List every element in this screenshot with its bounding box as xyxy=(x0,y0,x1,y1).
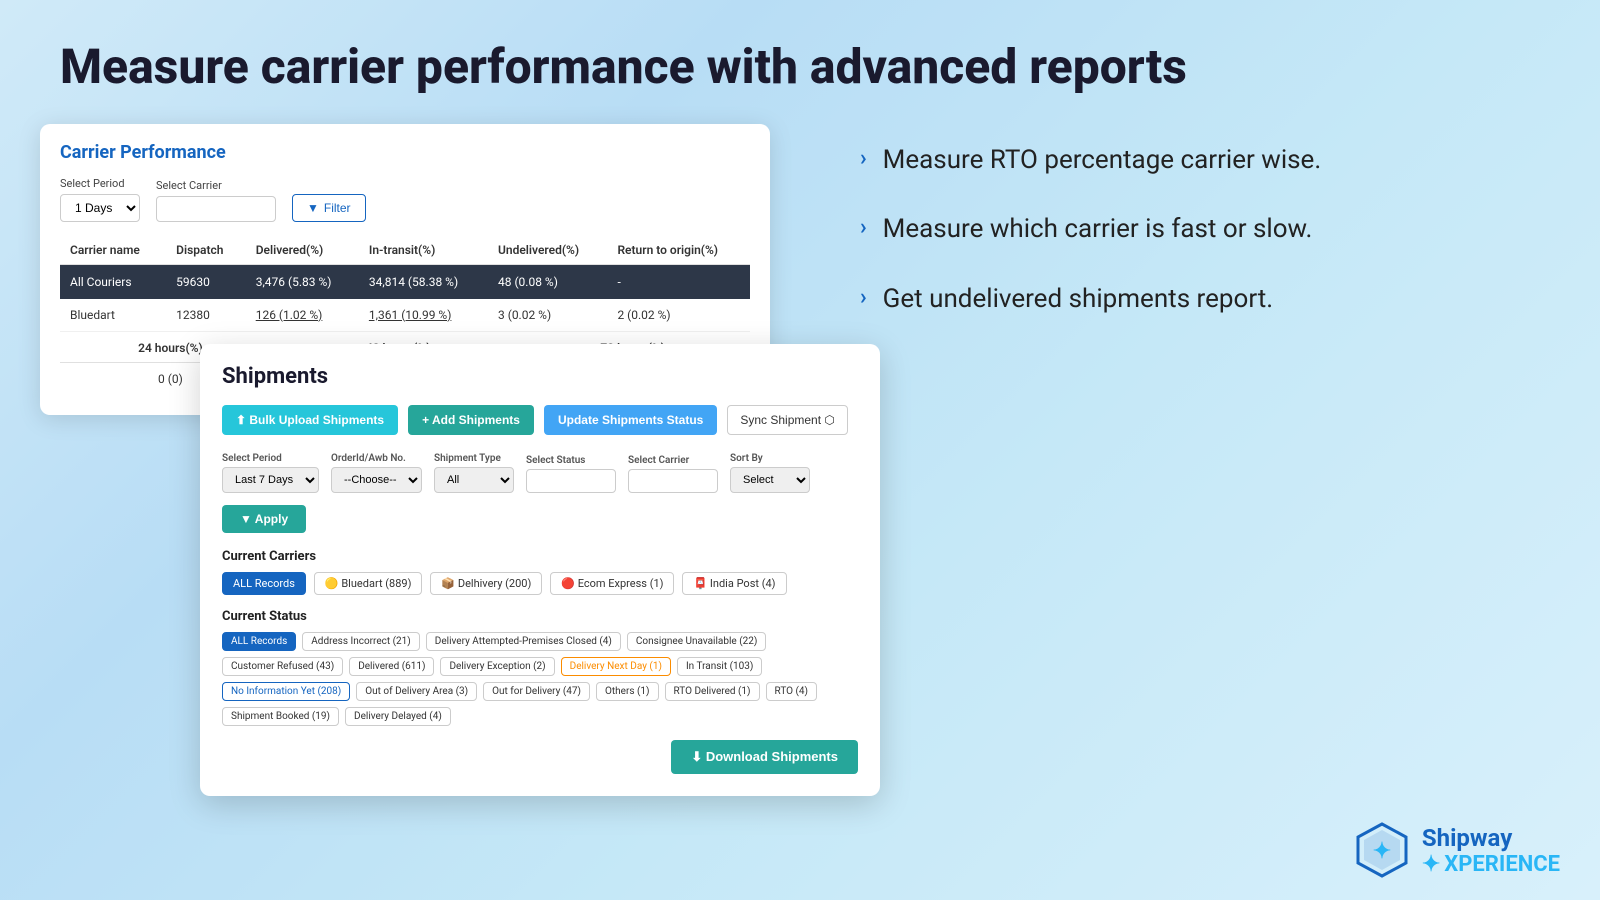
period-label: Select Period xyxy=(60,177,140,190)
bluedart-name: Bluedart xyxy=(60,299,166,332)
xperience-x-icon: ✦ xyxy=(1422,852,1440,877)
all-couriers-delivered: 3,476 (5.83 %) xyxy=(246,264,359,299)
shipments-title: Shipments xyxy=(222,364,858,389)
main-heading: Measure carrier performance with advance… xyxy=(0,0,1600,124)
bluedart-transit[interactable]: 1,361 (10.99 %) xyxy=(359,299,488,332)
logo-shipway-text: Shipway xyxy=(1422,824,1560,852)
filter-status-input[interactable] xyxy=(526,469,616,493)
status-delivered[interactable]: Delivered (611) xyxy=(349,657,434,676)
all-couriers-rto: - xyxy=(607,264,750,299)
status-out-delivery-area[interactable]: Out of Delivery Area (3) xyxy=(356,682,477,701)
status-delivery-next-day[interactable]: Delivery Next Day (1) xyxy=(561,657,671,676)
sync-shipment-button[interactable]: Sync Shipment ⬡ xyxy=(727,405,848,435)
status-no-info[interactable]: No Information Yet (208) xyxy=(222,682,350,701)
logo-xperience-text: ✦ XPERIENCE xyxy=(1422,852,1560,877)
download-shipments-button[interactable]: ⬇ Download Shipments xyxy=(671,740,858,774)
col-delivered: Delivered(%) xyxy=(246,236,359,265)
carrier-all[interactable]: ALL Records xyxy=(222,572,306,595)
feature-text-1: Measure RTO percentage carrier wise. xyxy=(883,144,1322,178)
status-customer-refused[interactable]: Customer Refused (43) xyxy=(222,657,343,676)
status-delivery-attempted[interactable]: Delivery Attempted-Premises Closed (4) xyxy=(426,632,621,651)
feature-text-2: Measure which carrier is fast or slow. xyxy=(883,213,1313,247)
all-couriers-transit: 34,814 (58.38 %) xyxy=(359,264,488,299)
bulk-upload-button[interactable]: ⬆ Bulk Upload Shipments xyxy=(222,405,398,435)
filter-apply-icon: ▼ xyxy=(240,512,252,526)
shipments-card: Shipments ⬆ Bulk Upload Shipments + Add … xyxy=(200,344,880,796)
period-select[interactable]: 1 Days xyxy=(60,194,140,222)
apply-button[interactable]: ▼ Apply xyxy=(222,505,306,533)
features-panel: › Measure RTO percentage carrier wise. ›… xyxy=(860,124,1560,353)
action-buttons-row: ⬆ Bulk Upload Shipments + Add Shipments … xyxy=(222,405,858,435)
svg-text:✦: ✦ xyxy=(1373,839,1391,864)
current-status-label: Current Status xyxy=(222,609,858,624)
status-rto[interactable]: RTO (4) xyxy=(766,682,818,701)
col-in-transit: In-transit(%) xyxy=(359,236,488,265)
filter-period-select[interactable]: Last 7 Days xyxy=(222,467,319,493)
filter-btn-label: Filter xyxy=(324,201,351,215)
chevron-icon-3: › xyxy=(860,285,867,310)
col-rto: Return to origin(%) xyxy=(607,236,750,265)
filter-icon: ▼ xyxy=(307,201,319,215)
carrier-india-post[interactable]: 📮 India Post (4) xyxy=(682,572,786,595)
bluedart-dispatch: 12380 xyxy=(166,299,246,332)
filter-type-label: Shipment Type xyxy=(434,453,514,464)
all-couriers-name: All Couriers xyxy=(60,264,166,299)
bluedart-row: Bluedart 12380 126 (1.02 %) 1,361 (10.99… xyxy=(60,299,750,332)
bluedart-undelivered: 3 (0.02 %) xyxy=(488,299,607,332)
status-shipment-booked[interactable]: Shipment Booked (19) xyxy=(222,707,339,726)
col-undelivered: Undelivered(%) xyxy=(488,236,607,265)
feature-item-2: › Measure which carrier is fast or slow. xyxy=(860,213,1560,247)
col-carrier-name: Carrier name xyxy=(60,236,166,265)
add-shipments-button[interactable]: + Add Shipments xyxy=(408,405,534,435)
carrier-delhivery[interactable]: 📦 Delhivery (200) xyxy=(430,572,542,595)
filters-row: Select Period Last 7 Days OrderId/Awb No… xyxy=(222,453,858,533)
filter-carrier-label: Select Carrier xyxy=(628,455,718,466)
filter-period-label: Select Period xyxy=(222,453,319,464)
col-dispatch: Dispatch xyxy=(166,236,246,265)
status-tags-row: ALL Records Address Incorrect (21) Deliv… xyxy=(222,632,858,726)
status-out-for-delivery[interactable]: Out for Delivery (47) xyxy=(483,682,590,701)
update-status-button[interactable]: Update Shipments Status xyxy=(544,405,717,435)
shipway-logo-icon: ✦ xyxy=(1352,820,1412,880)
all-couriers-undelivered: 48 (0.08 %) xyxy=(488,264,607,299)
filter-status-label: Select Status xyxy=(526,455,616,466)
status-consignee[interactable]: Consignee Unavailable (22) xyxy=(627,632,766,651)
carrier-performance-title: Carrier Performance xyxy=(60,142,750,163)
carrier-input[interactable] xyxy=(156,196,276,222)
bluedart-rto: 2 (0.02 %) xyxy=(607,299,750,332)
status-others[interactable]: Others (1) xyxy=(596,682,659,701)
current-carriers-label: Current Carriers xyxy=(222,549,858,564)
all-couriers-row: All Couriers 59630 3,476 (5.83 %) 34,814… xyxy=(60,264,750,299)
logo-area: ✦ Shipway ✦ XPERIENCE xyxy=(1352,820,1560,880)
bluedart-delivered[interactable]: 126 (1.02 %) xyxy=(246,299,359,332)
filter-type-select[interactable]: All xyxy=(434,467,514,493)
filter-carrier-input[interactable] xyxy=(628,469,718,493)
carrier-ecom[interactable]: 🔴 Ecom Express (1) xyxy=(550,572,674,595)
status-delivery-exception[interactable]: Delivery Exception (2) xyxy=(440,657,554,676)
screenshots-panel: Carrier Performance Select Period 1 Days… xyxy=(40,124,820,774)
filter-order-select[interactable]: --Choose-- xyxy=(331,467,422,493)
status-address-incorrect[interactable]: Address Incorrect (21) xyxy=(302,632,420,651)
filter-order-label: OrderId/Awb No. xyxy=(331,453,422,464)
status-delivery-delayed[interactable]: Delivery Delayed (4) xyxy=(345,707,451,726)
filter-button[interactable]: ▼ Filter xyxy=(292,194,366,222)
feature-item-3: › Get undelivered shipments report. xyxy=(860,283,1560,317)
chevron-icon-1: › xyxy=(860,146,867,171)
logo-text: Shipway ✦ XPERIENCE xyxy=(1422,824,1560,877)
carrier-bluedart[interactable]: 🟡 Bluedart (889) xyxy=(314,572,423,595)
filter-sortby-label: Sort By xyxy=(730,453,810,464)
feature-item-1: › Measure RTO percentage carrier wise. xyxy=(860,144,1560,178)
all-couriers-dispatch: 59630 xyxy=(166,264,246,299)
chevron-icon-2: › xyxy=(860,215,867,240)
carrier-label: Select Carrier xyxy=(156,179,276,192)
status-all[interactable]: ALL Records xyxy=(222,632,296,651)
carriers-row: ALL Records 🟡 Bluedart (889) 📦 Delhivery… xyxy=(222,572,858,595)
status-in-transit[interactable]: In Transit (103) xyxy=(677,657,762,676)
feature-text-3: Get undelivered shipments report. xyxy=(883,283,1274,317)
filter-sortby-select[interactable]: Select xyxy=(730,467,810,493)
status-rto-delivered[interactable]: RTO Delivered (1) xyxy=(665,682,760,701)
